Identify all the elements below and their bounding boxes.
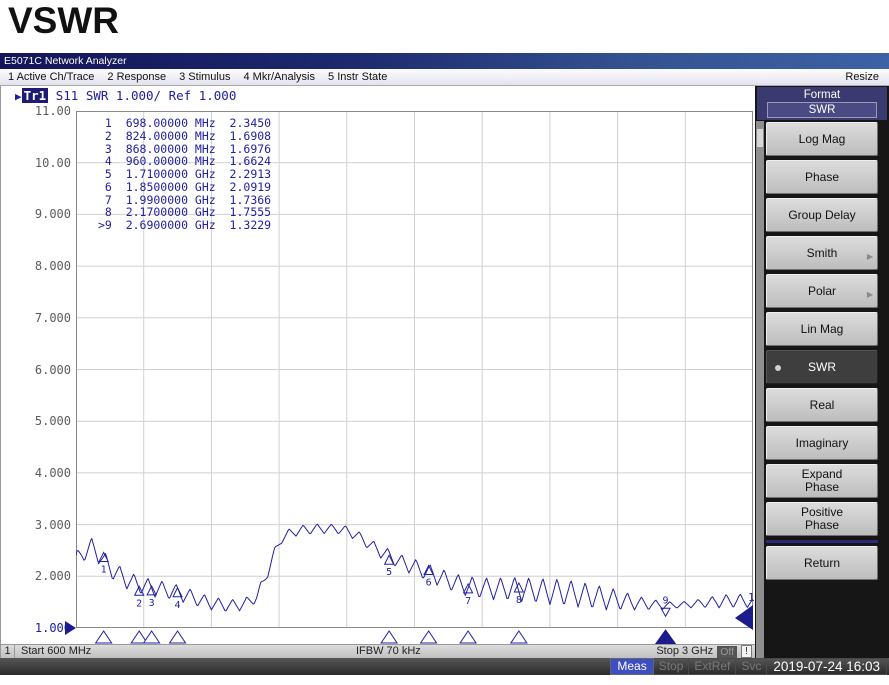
start-frequency-label[interactable]: Start 600 MHz — [15, 645, 91, 658]
analyzer-window: E5071C Network Analyzer 1 Active Ch/Trac… — [0, 53, 889, 675]
axis-marker-1[interactable] — [96, 631, 112, 643]
y-tick-4.000: 4.000 — [23, 466, 71, 480]
page: VSWR E5071C Network Analyzer 1 Active Ch… — [0, 0, 889, 685]
marker-table-row-6: 6 1.8500000 GHz 2.0919 — [98, 181, 271, 194]
softkey-scrollbar-handle[interactable] — [757, 129, 763, 147]
page-title: VSWR — [8, 0, 119, 42]
menu-item-resize[interactable]: Resize — [845, 69, 879, 85]
axis-marker-active-9[interactable] — [656, 630, 676, 644]
softkey-phase[interactable]: Phase — [766, 160, 878, 194]
y-tick-11.00: 11.00 — [23, 104, 71, 118]
trace-marker-label-1: 1 — [101, 564, 107, 575]
y-tick-6.000: 6.000 — [23, 363, 71, 377]
trace-header: ▶Tr1 S11 SWR 1.000/ Ref 1.000 — [15, 88, 236, 103]
marker-table-row-1: 1 698.00000 MHz 2.3450 — [98, 117, 271, 130]
y-tick-3.000: 3.000 — [23, 518, 71, 532]
menu-item-3[interactable]: 3 Stimulus — [179, 69, 230, 85]
submenu-arrow-icon: ▶ — [867, 250, 873, 263]
stop-status-badge: Stop — [654, 658, 690, 675]
axis-marker-5[interactable] — [381, 631, 397, 643]
trace-marker-label-3: 3 — [149, 598, 155, 609]
menu-item-2[interactable]: 2 Response — [107, 69, 166, 85]
menu-item-4[interactable]: 4 Mkr/Analysis — [243, 69, 315, 85]
instrument-taskbar: Meas Stop ExtRef Svc 2019-07-24 16:03 — [0, 658, 889, 675]
y-tick-2.000: 2.000 — [23, 569, 71, 583]
trace-marker-label-2: 2 — [136, 598, 142, 609]
menu-item-1[interactable]: 1 Active Ch/Trace — [8, 69, 94, 85]
extref-status-badge: ExtRef — [689, 658, 736, 675]
softkey-menu-value: SWR — [767, 102, 877, 118]
softkey-expand-phase[interactable]: Expand Phase — [766, 464, 878, 498]
trace-marker-label-4: 4 — [175, 600, 181, 611]
softkey-menu-header: Format SWR — [757, 87, 887, 120]
screen-status-bar: 1 Start 600 MHz IFBW 70 kHz Stop 3 GHz O… — [1, 644, 755, 658]
softkey-return[interactable]: Return — [766, 546, 878, 580]
trace-marker-label-5: 5 — [386, 567, 392, 578]
axis-marker-7[interactable] — [460, 631, 476, 643]
stop-edge-indicator-icon — [735, 605, 753, 630]
trace-number-label: 1 — [748, 591, 755, 604]
svc-status-badge: Svc — [736, 658, 767, 675]
stop-frequency-label[interactable]: Stop 3 GHz — [656, 645, 713, 658]
window-titlebar: E5071C Network Analyzer — [0, 53, 889, 69]
trace-marker-label-7: 7 — [465, 596, 471, 607]
reference-level-arrow-icon[interactable] — [65, 621, 76, 635]
trace-badge[interactable]: Tr1 — [22, 88, 49, 103]
y-tick-9.000: 9.000 — [23, 207, 71, 221]
active-trace-arrow-icon: ▶ — [15, 90, 22, 103]
ifbw-label[interactable]: IFBW 70 kHz — [356, 645, 421, 658]
marker-readout-table: 1 698.00000 MHz 2.3450 2 824.00000 MHz 1… — [98, 117, 271, 232]
softkey-real[interactable]: Real — [766, 388, 878, 422]
axis-marker-6[interactable] — [421, 631, 437, 643]
active-softkey-bullet-icon — [775, 365, 781, 371]
marker-table-row-5: 5 1.7100000 GHz 2.2913 — [98, 168, 271, 181]
channel-number: 1 — [1, 645, 15, 658]
y-tick-5.000: 5.000 — [23, 414, 71, 428]
axis-marker-3[interactable] — [144, 631, 160, 643]
alert-icon[interactable]: ! — [741, 645, 752, 658]
trace-marker-label-6: 6 — [426, 578, 432, 589]
softkey-divider — [766, 540, 878, 543]
status-right-group: Stop 3 GHz Off ! — [656, 645, 755, 658]
y-tick-8.000: 8.000 — [23, 259, 71, 273]
datetime-display: 2019-07-24 16:03 — [767, 658, 887, 675]
y-tick-7.000: 7.000 — [23, 311, 71, 325]
menu-spacer — [400, 69, 845, 85]
axis-marker-8[interactable] — [511, 631, 527, 643]
softkey-log-mag[interactable]: Log Mag — [766, 122, 878, 156]
softkey-smith[interactable]: Smith▶ — [766, 236, 878, 270]
meas-status-badge: Meas — [610, 658, 653, 675]
softkey-buttons: Log Mag Phase Group Delay Smith▶ Polar▶ Lin M… — [766, 122, 878, 580]
menu-bar: 1 Active Ch/Trace 2 Response 3 Stimulus 4 M… — [0, 69, 889, 86]
marker-table-row-9: >9 2.6900000 GHz 1.3229 — [98, 219, 271, 232]
softkey-scrollbar[interactable] — [756, 121, 764, 658]
menu-item-5[interactable]: 5 Instr State — [328, 69, 387, 85]
off-badge: Off — [717, 646, 737, 658]
submenu-arrow-icon: ▶ — [867, 288, 873, 301]
softkey-polar[interactable]: Polar▶ — [766, 274, 878, 308]
softkey-lin-mag[interactable]: Lin Mag — [766, 312, 878, 346]
y-tick-1.000: 1.000 — [23, 621, 71, 635]
axis-marker-4[interactable] — [170, 631, 186, 643]
y-tick-10.00: 10.00 — [23, 156, 71, 170]
main-area: ▶Tr1 S11 SWR 1.000/ Ref 1.000 11.0010.00… — [0, 86, 889, 658]
trace-marker-label-9: 9 — [663, 595, 669, 606]
softkey-positive-phase[interactable]: Positive Phase — [766, 502, 878, 536]
window-title: E5071C Network Analyzer — [4, 55, 127, 67]
softkey-group-delay[interactable]: Group Delay — [766, 198, 878, 232]
softkey-sidebar: Format SWR Log Mag Phase Group Delay Smith▶… — [755, 86, 889, 658]
instrument-screen: ▶Tr1 S11 SWR 1.000/ Ref 1.000 11.00 10.00… — [0, 86, 755, 658]
softkey-menu-title: Format — [757, 89, 887, 101]
softkey-swr[interactable]: SWR — [766, 350, 878, 384]
marker-table-row-2: 2 824.00000 MHz 1.6908 — [98, 130, 271, 143]
trace-header-text: S11 SWR 1.000/ Ref 1.000 — [48, 88, 236, 103]
trace-marker-label-8: 8 — [516, 595, 522, 606]
softkey-imaginary[interactable]: Imaginary — [766, 426, 878, 460]
